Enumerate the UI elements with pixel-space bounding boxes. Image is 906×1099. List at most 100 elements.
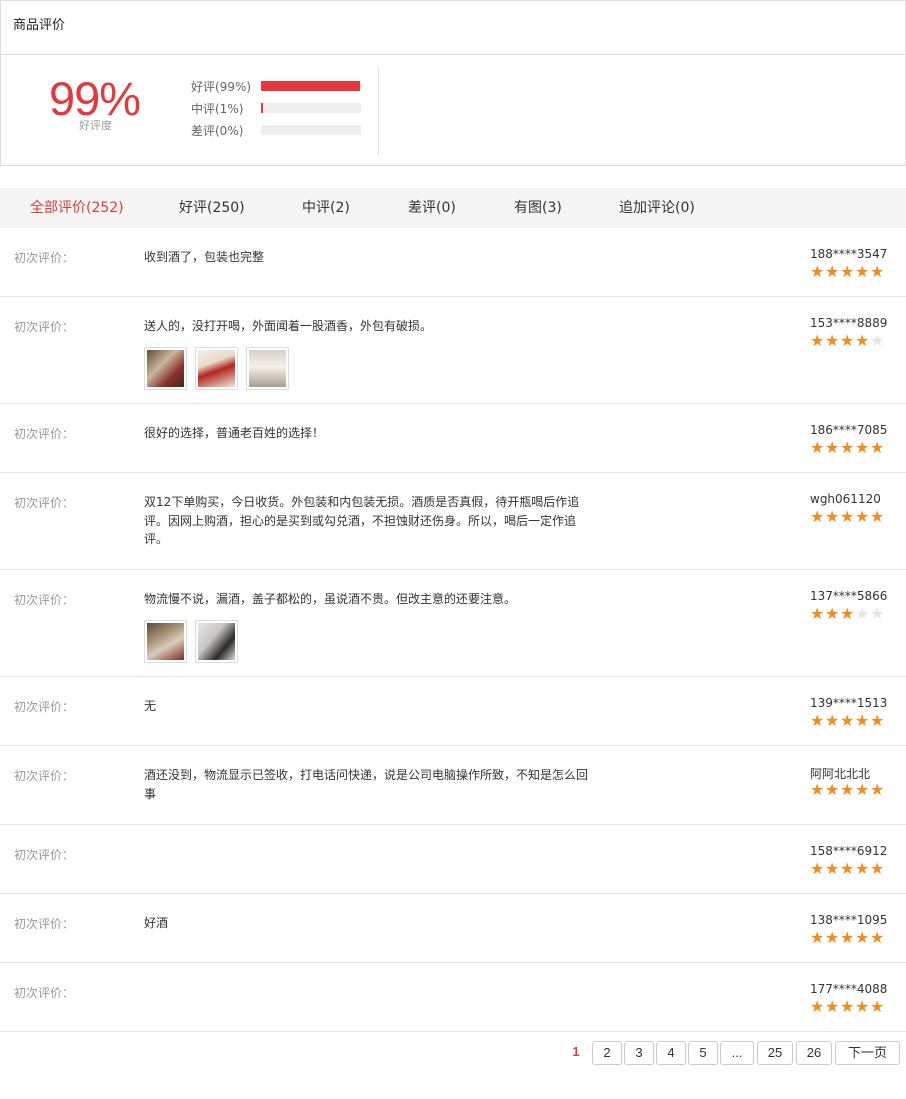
photo-image — [147, 622, 184, 660]
tab-positive[interactable]: 好评(250) — [179, 188, 245, 228]
reviewer-name: 188****3547 — [810, 247, 888, 261]
page-link[interactable]: 5 — [688, 1041, 718, 1065]
star-icon: ★ — [870, 262, 885, 281]
review-item: 初次评价： 收到酒了，包装也完整 188****3547 ★ ★ ★ ★ ★ — [0, 228, 906, 297]
review-photo-thumbnail[interactable] — [144, 346, 187, 390]
star-icon: ★ — [825, 859, 840, 878]
review-text: 收到酒了，包装也完整 — [144, 250, 265, 264]
review-type-label: 初次评价： — [14, 769, 75, 783]
review-content: 无 — [144, 697, 594, 716]
review-photo-thumbnail[interactable] — [195, 619, 238, 663]
star-icon: ★ — [825, 331, 840, 350]
star-icon: ★ — [855, 262, 870, 281]
page-ellipsis: ... — [720, 1041, 754, 1065]
star-icon: ★ — [810, 928, 825, 947]
star-icon: ★ — [810, 438, 825, 457]
star-icon: ★ — [855, 997, 870, 1016]
review-content: 很好的选择，普通老百姓的选择！ — [144, 424, 594, 443]
star-icon: ★ — [870, 438, 885, 457]
star-icon: ★ — [870, 604, 885, 623]
star-icon: ★ — [840, 928, 855, 947]
divider — [378, 67, 379, 155]
star-icon: ★ — [855, 331, 870, 350]
reviewer-name: 139****1513 — [810, 696, 888, 710]
star-icon: ★ — [825, 262, 840, 281]
review-content: 好酒 — [144, 914, 594, 933]
star-icon: ★ — [825, 604, 840, 623]
page-link[interactable]: 25 — [757, 1041, 793, 1065]
tab-with-photos[interactable]: 有图(3) — [514, 188, 562, 228]
reviewer-name: 177****4088 — [810, 982, 888, 996]
rating-bar-fill — [261, 81, 360, 91]
star-rating: ★ ★ ★ ★ ★ — [810, 999, 885, 1015]
star-icon: ★ — [840, 604, 855, 623]
star-icon: ★ — [855, 859, 870, 878]
reviewer-name: 153****8889 — [810, 316, 888, 330]
review-type-label: 初次评价： — [14, 496, 75, 510]
star-icon: ★ — [840, 507, 855, 526]
rating-bar-label: 中评(1%) — [191, 101, 244, 116]
page-link[interactable]: 26 — [796, 1041, 832, 1065]
star-icon: ★ — [825, 507, 840, 526]
review-type-label: 初次评价： — [14, 320, 75, 334]
reviewer-name: 137****5866 — [810, 589, 888, 603]
star-icon: ★ — [810, 997, 825, 1016]
review-content: 双12下单购买，今日收货。外包装和内包装无损。酒质是否真假，待开瓶喝后作追评。因… — [144, 493, 594, 549]
positive-rate-label: 好评度 — [79, 119, 112, 132]
review-photo-thumbnail[interactable] — [195, 346, 238, 390]
review-text: 好酒 — [144, 916, 169, 930]
review-item: 初次评价：无 139****1513 ★ ★ ★ ★ ★ — [0, 677, 906, 746]
rating-bar-track — [261, 125, 361, 135]
review-item: 初次评价： 送人的，没打开喝，外面闻着一股酒香，外包有破损。 153****8889… — [0, 297, 906, 404]
star-rating: ★ ★ ★ ★ ★ — [810, 333, 885, 349]
page-link[interactable]: 4 — [656, 1041, 686, 1065]
review-item: 初次评价： 177****4088 ★ ★ ★ ★ ★ — [0, 963, 906, 1032]
review-type-label: 初次评价： — [14, 251, 75, 265]
review-photos — [144, 346, 594, 390]
page-link[interactable]: 2 — [592, 1041, 622, 1065]
star-icon: ★ — [855, 928, 870, 947]
review-text: 送人的，没打开喝，外面闻着一股酒香，外包有破损。 — [144, 319, 433, 333]
tab-negative[interactable]: 差评(0) — [408, 188, 456, 228]
photo-image — [198, 622, 235, 660]
star-icon: ★ — [825, 997, 840, 1016]
rating-bar-label: 差评(0%) — [191, 123, 244, 138]
review-content: 送人的，没打开喝，外面闻着一股酒香，外包有破损。 — [144, 317, 594, 390]
rating-bar-label: 好评(99%) — [191, 79, 252, 94]
star-icon: ★ — [810, 859, 825, 878]
review-content: 酒还没到，物流显示已签收，打电话问快递，说是公司电脑操作所致，不知是怎么回事 — [144, 766, 594, 803]
tab-neutral[interactable]: 中评(2) — [302, 188, 350, 228]
rating-bar-track — [261, 103, 361, 113]
tab-followup[interactable]: 追加评论(0) — [619, 188, 695, 228]
pagination: 1 2 3 4 5 ... 25 26 下一页 — [0, 1041, 906, 1067]
review-photo-thumbnail[interactable] — [246, 346, 289, 390]
review-item: 初次评价： 好酒 138****1095 ★ ★ ★ ★ ★ — [0, 894, 906, 963]
review-item: 初次评价： 酒还没到，物流显示已签收，打电话问快递，说是公司电脑操作所致，不知是怎… — [0, 746, 906, 825]
star-icon: ★ — [840, 711, 855, 730]
reviewer-name: wgh061120 — [810, 492, 881, 506]
review-type-label: 初次评价： — [14, 986, 75, 1000]
review-filter-tabs: 全部评价(252) 好评(250) 中评(2) 差评(0) 有图(3) 追加评论… — [0, 188, 906, 228]
page-current[interactable]: 1 — [564, 1041, 588, 1065]
review-type-label: 初次评价： — [14, 917, 75, 931]
review-photo-thumbnail[interactable] — [144, 619, 187, 663]
section-title: 商品评价 — [1, 1, 905, 55]
review-text: 无 — [144, 699, 157, 713]
star-rating: ★ ★ ★ ★ ★ — [810, 713, 885, 729]
star-rating: ★ ★ ★ ★ ★ — [810, 861, 885, 877]
positive-rate: 99% — [49, 72, 141, 125]
rating-bar-fill — [261, 103, 263, 113]
tab-all[interactable]: 全部评价(252) — [30, 188, 124, 228]
star-icon: ★ — [855, 507, 870, 526]
review-item: 初次评价： 双12下单购买，今日收货。外包装和内包装无损。酒质是否真假，待开瓶喝后… — [0, 473, 906, 570]
star-icon: ★ — [810, 780, 825, 799]
star-icon: ★ — [870, 780, 885, 799]
star-icon: ★ — [840, 438, 855, 457]
page-link[interactable]: 3 — [624, 1041, 654, 1065]
star-icon: ★ — [825, 928, 840, 947]
rating-breakdown: 好评(99%) 中评(1%) 差评(0%) — [191, 75, 361, 141]
next-page-button[interactable]: 下一页 — [835, 1041, 900, 1065]
photo-image — [249, 349, 286, 387]
star-icon: ★ — [840, 780, 855, 799]
review-text: 很好的选择，普通老百姓的选择！ — [144, 426, 325, 440]
